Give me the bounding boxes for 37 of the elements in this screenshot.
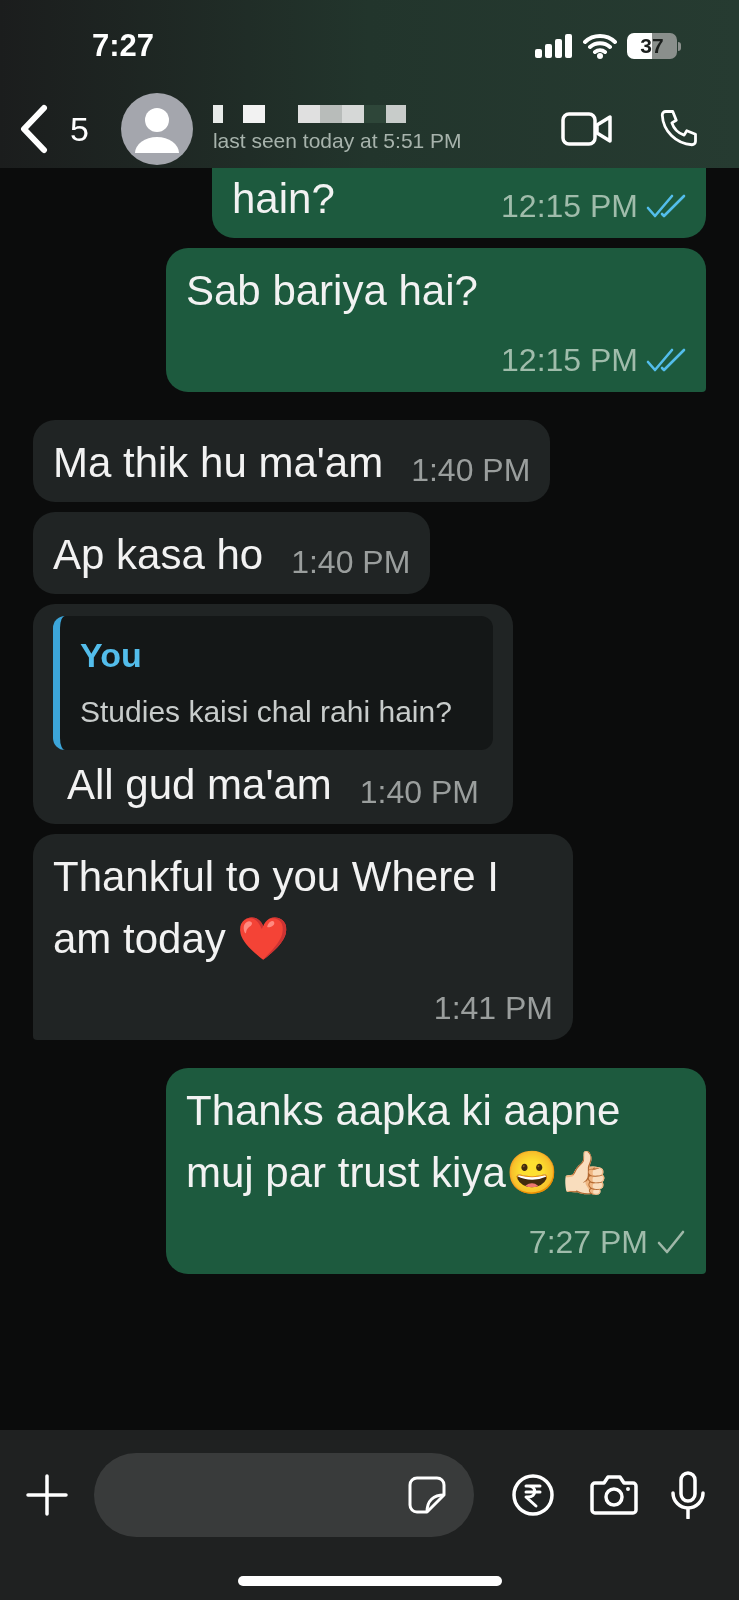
- quote-author: You: [80, 635, 143, 676]
- rupee-icon[interactable]: [512, 1474, 554, 1516]
- message-time: 12:15 PM: [501, 341, 638, 380]
- sticker-icon[interactable]: [408, 1476, 446, 1514]
- message-text: Ma thik hu ma'am: [53, 438, 384, 488]
- message-time: 1:40 PM: [411, 451, 531, 490]
- message-time: 1:40 PM: [359, 773, 479, 812]
- incoming-message-bubble[interactable]: You Studies kaisi chal rahi hain? All gud ma'am 1:40 PM: [33, 604, 513, 824]
- message-time: 1:41 PM: [433, 989, 553, 1028]
- outgoing-message-bubble[interactable]: hain? 12:15 PM: [212, 168, 706, 238]
- quoted-reply[interactable]: You Studies kaisi chal rahi hain?: [53, 616, 493, 750]
- outgoing-message-bubble[interactable]: Thanks aapka ki aapne muj par trust kiya😀👍🏻 7:27 PM: [166, 1068, 706, 1274]
- incoming-message-bubble[interactable]: Ap kasa ho 1:40 PM: [33, 512, 431, 594]
- incoming-message-bubble[interactable]: Ma thik hu ma'am 1:40 PM: [33, 420, 551, 502]
- back-icon[interactable]: [18, 104, 48, 154]
- message-text: Thankful to you Where I am today ❤: [53, 852, 500, 964]
- quote-text: Studies kaisi chal rahi hain?: [80, 694, 453, 730]
- incoming-message-bubble[interactable]: Thankful to you Where I am today ❤ 1:41 PM: [33, 834, 573, 1040]
- message-time: 12:15 PM: [501, 187, 638, 226]
- message-time: 7:27 PM: [528, 1223, 648, 1262]
- last-seen-status: last seen today at 5:51 PM: [212, 128, 463, 155]
- message-text: Thanks aapka ki aapne muj par trust kiya😀👍🏻: [186, 1086, 622, 1198]
- video-call-icon[interactable]: [561, 112, 613, 146]
- message-text: All gud ma'am: [67, 760, 332, 810]
- avatar-icon[interactable]: [120, 93, 193, 165]
- outgoing-message-bubble[interactable]: Sab bariya hai? 12:15 PM: [166, 248, 706, 392]
- message-time: 1:40 PM: [291, 543, 411, 582]
- message-text: Ap kasa ho: [53, 530, 264, 580]
- microphone-icon[interactable]: [670, 1471, 706, 1519]
- wifi-icon: [583, 33, 617, 59]
- status-time: 7:27: [92, 26, 155, 65]
- message-text: Sab bariya hai?: [186, 266, 479, 316]
- unread-count[interactable]: 5: [70, 103, 89, 155]
- signal-icon: [535, 34, 573, 58]
- camera-icon[interactable]: [590, 1475, 638, 1515]
- plus-icon[interactable]: [26, 1474, 68, 1516]
- message-text: hain?: [232, 174, 336, 224]
